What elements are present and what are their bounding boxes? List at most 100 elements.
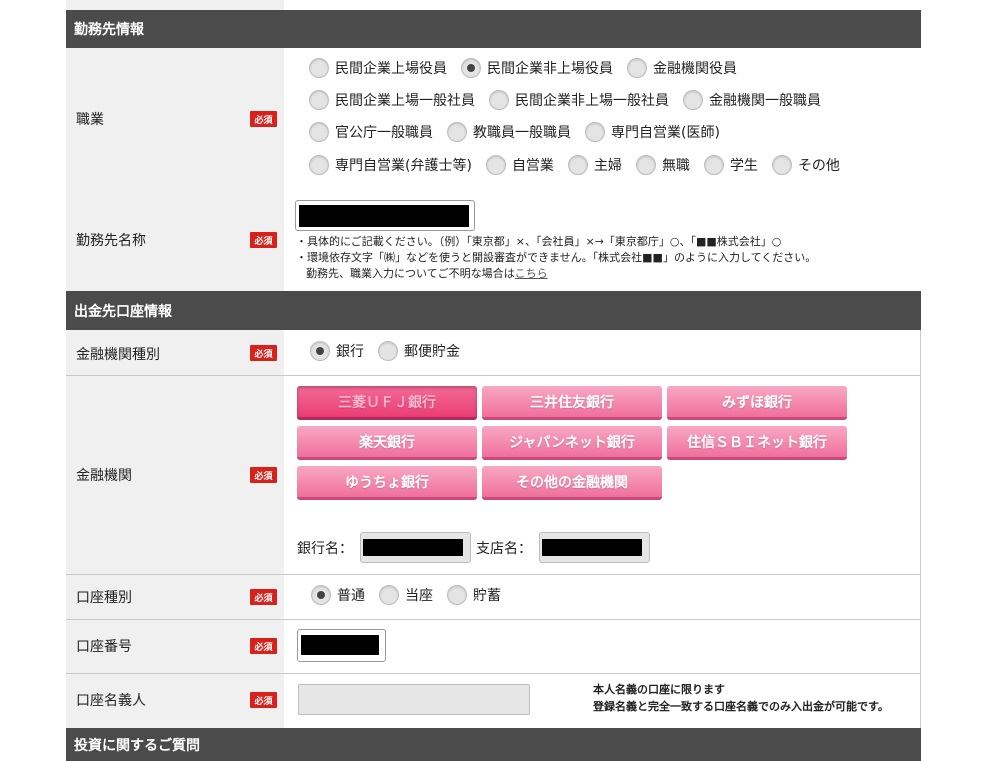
bank-button-sbi[interactable]: 住信ＳＢＩネット銀行: [667, 426, 847, 460]
bank-button-smbc[interactable]: 三井住友銀行: [482, 386, 662, 420]
occupation-radio[interactable]: 金融機関一般職員: [683, 90, 821, 110]
radio-savings[interactable]: 貯蓄: [447, 585, 501, 605]
radio-label: 民間企業非上場役員: [487, 61, 613, 77]
radio-label: 教職員一般職員: [473, 125, 571, 141]
section-header-investment-questions: 投資に関するご質問: [66, 728, 921, 761]
occupation-radio[interactable]: 金融機関役員: [627, 58, 737, 78]
required-badge: 必須: [250, 692, 277, 708]
section-header-withdrawal-account: 出金先口座情報: [66, 291, 921, 330]
radio-current[interactable]: 当座: [379, 585, 433, 605]
radio-label: 当座: [405, 588, 433, 604]
occupation-radio[interactable]: 教職員一般職員: [447, 122, 571, 142]
radio-circle: [378, 341, 398, 361]
required-badge: 必須: [250, 638, 277, 654]
radio-bank[interactable]: 銀行: [310, 341, 364, 361]
radio-circle: [447, 585, 467, 605]
table-border-right: [920, 330, 921, 728]
occupation-radio[interactable]: 専門自営業(医師): [585, 122, 720, 142]
bank-button-rakuten[interactable]: 楽天銀行: [297, 426, 477, 460]
occupation-row: 民間企業上場一般社員 民間企業非上場一般社員 金融機関一般職員: [309, 90, 835, 110]
account-type-label-cell: 口座種別 必須: [66, 575, 284, 619]
occupation-radio[interactable]: 主婦: [567, 155, 622, 175]
bank-button-yucho[interactable]: ゆうちょ銀行: [297, 466, 477, 500]
radio-circle: [585, 122, 605, 142]
employer-name-label-cell: 勤務先名称 必須: [66, 188, 284, 291]
radio-circle: [447, 122, 467, 142]
radio-circle: [703, 155, 724, 175]
institution-type-radio-group: 銀行 郵便貯金: [310, 341, 474, 361]
account-holder-label-cell: 口座名義人 必須: [66, 674, 284, 728]
radio-circle: [311, 585, 331, 605]
account-holder-label: 口座名義人: [76, 693, 146, 709]
occupation-row: 専門自営業(弁護士等) 自営業 主婦 無職 学生 その他: [309, 155, 854, 175]
radio-postal-savings[interactable]: 郵便貯金: [378, 341, 460, 361]
label-column-top: [66, 0, 284, 10]
account-number-label: 口座番号: [76, 639, 132, 655]
radio-circle: [771, 155, 792, 175]
occupation-radio[interactable]: 専門自営業(弁護士等): [309, 155, 472, 175]
radio-label: 普通: [337, 588, 365, 604]
bank-name-field: [360, 532, 471, 563]
radio-label: 郵便貯金: [404, 344, 460, 360]
redacted-value: [301, 635, 379, 655]
occupation-radio[interactable]: 無職: [635, 155, 690, 175]
occupation-radio[interactable]: 民間企業非上場一般社員: [489, 90, 669, 110]
radio-label: 官公庁一般職員: [335, 125, 433, 141]
required-badge: 必須: [250, 345, 277, 361]
employer-name-label: 勤務先名称: [76, 233, 146, 249]
bank-button-other[interactable]: その他の金融機関: [482, 466, 662, 500]
radio-label: 貯蓄: [473, 588, 501, 604]
section-title: 投資に関するご質問: [74, 737, 200, 754]
radio-ordinary[interactable]: 普通: [311, 585, 365, 605]
occupation-row: 官公庁一般職員 教職員一般職員 専門自営業(医師): [309, 122, 734, 142]
occupation-radio[interactable]: 民間企業上場役員: [309, 58, 447, 78]
radio-circle: [309, 155, 329, 175]
radio-circle: [627, 58, 647, 78]
account-number-input[interactable]: [297, 629, 386, 662]
section-header-employer: 勤務先情報: [66, 10, 921, 48]
occupation-radio[interactable]: その他: [771, 155, 840, 175]
account-holder-field: [298, 684, 530, 715]
redacted-value: [363, 539, 463, 556]
radio-label: 民間企業上場役員: [335, 61, 447, 77]
occupation-label-cell: 職業 必須: [66, 48, 284, 188]
radio-label: 金融機関一般職員: [709, 93, 821, 109]
bank-button-mufg[interactable]: 三菱ＵＦＪ銀行: [297, 386, 477, 420]
occupation-radio[interactable]: 民間企業非上場役員: [461, 58, 613, 78]
section-title: 出金先口座情報: [74, 303, 172, 320]
radio-circle: [683, 90, 703, 110]
required-badge: 必須: [250, 589, 277, 605]
employer-note-3: 勤務先、職業入力についてご不明な場合はこちら: [306, 266, 548, 282]
radio-circle: [309, 58, 329, 78]
occupation-row: 民間企業上場役員 民間企業非上場役員 金融機関役員: [309, 58, 751, 78]
occupation-radio[interactable]: 自営業: [485, 155, 554, 175]
branch-name-field: [539, 532, 650, 563]
radio-circle: [310, 341, 330, 361]
redacted-value: [542, 539, 642, 556]
radio-circle: [567, 155, 588, 175]
required-badge: 必須: [250, 467, 277, 483]
radio-label: 自営業: [511, 158, 554, 174]
radio-label: 民間企業上場一般社員: [335, 93, 475, 109]
help-link[interactable]: こちら: [515, 267, 548, 280]
radio-label: 無職: [661, 158, 690, 174]
bank-button-japannet[interactable]: ジャパンネット銀行: [482, 426, 662, 460]
account-type-label: 口座種別: [76, 590, 132, 606]
bank-button-mizuho[interactable]: みずほ銀行: [667, 386, 847, 420]
occupation-radio[interactable]: 学生: [703, 155, 758, 175]
institution-label: 金融機関: [76, 468, 132, 484]
employer-note-2: ・環境依存文字「㈱」などを使うと開設審査ができません。「株式会社■■」のように入…: [296, 251, 817, 264]
radio-circle: [461, 58, 481, 78]
account-holder-info-2: 登録名義と完全一致する口座名義でのみ入出金が可能です。: [593, 700, 889, 713]
required-badge: 必須: [250, 111, 277, 127]
radio-label: 専門自営業(弁護士等): [335, 158, 472, 174]
account-holder-info-1: 本人名義の口座に限ります: [593, 683, 725, 696]
occupation-radio[interactable]: 民間企業上場一般社員: [309, 90, 475, 110]
employer-name-input[interactable]: [295, 200, 475, 231]
institution-type-label: 金融機関種別: [76, 347, 160, 363]
section-title: 勤務先情報: [74, 22, 144, 38]
occupation-radio[interactable]: 官公庁一般職員: [309, 122, 433, 142]
occupation-label: 職業: [76, 112, 104, 128]
account-type-radio-group: 普通 当座 貯蓄: [311, 585, 515, 605]
radio-label: 学生: [729, 158, 758, 174]
